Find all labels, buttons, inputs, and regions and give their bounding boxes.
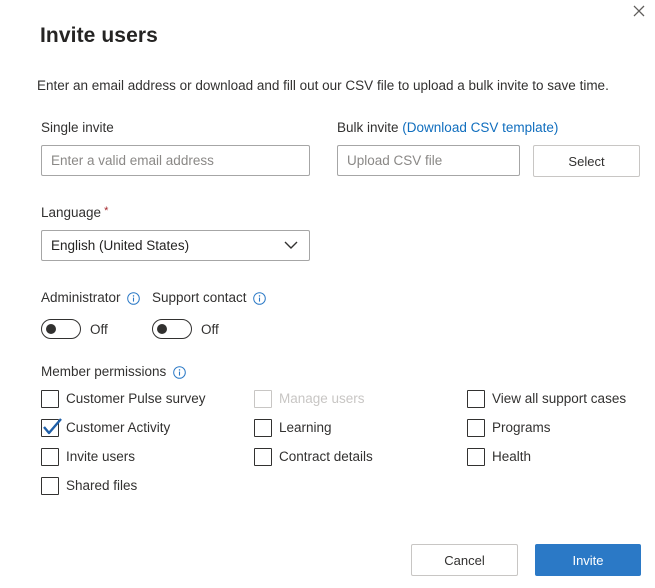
permission-label-programs: Programs xyxy=(492,420,551,435)
permission-label-learning: Learning xyxy=(279,420,332,435)
support-contact-toggle-state: Off xyxy=(201,322,219,337)
single-invite-label: Single invite xyxy=(41,120,114,135)
required-marker: * xyxy=(104,205,109,217)
info-icon[interactable] xyxy=(127,292,141,305)
info-icon[interactable] xyxy=(173,366,186,379)
language-dropdown[interactable]: English (United States) xyxy=(41,230,310,261)
permission-label-invite-users: Invite users xyxy=(66,449,136,464)
language-label-row: Language * xyxy=(41,205,108,220)
dialog-description: Enter an email address or download and f… xyxy=(37,78,609,93)
support-contact-label: Support contact xyxy=(152,290,247,305)
permission-checkbox-customer-activity[interactable] xyxy=(41,418,62,437)
support-contact-label-row: Support contact xyxy=(152,290,267,305)
permission-label-health: Health xyxy=(492,449,532,464)
administrator-label: Administrator xyxy=(41,290,121,305)
toggle-knob xyxy=(157,323,167,334)
permission-checkbox-learning[interactable] xyxy=(254,419,272,437)
download-csv-template-link[interactable]: (Download CSV template) xyxy=(402,120,558,135)
permission-label-manage-users: Manage users xyxy=(279,391,365,406)
permission-label-view-all-support-cases: View all support cases xyxy=(492,391,627,406)
permission-checkbox-manage-users xyxy=(254,390,272,408)
administrator-label-row: Administrator xyxy=(41,290,141,305)
permission-checkbox-shared-files[interactable] xyxy=(41,477,59,495)
permission-label-shared-files: Shared files xyxy=(66,478,138,493)
permission-checkbox-customer-pulse-survey[interactable] xyxy=(41,390,59,408)
permission-label-customer-pulse-survey: Customer Pulse survey xyxy=(66,391,206,406)
cancel-button[interactable]: Cancel xyxy=(411,544,518,576)
select-file-button[interactable]: Select xyxy=(533,145,640,177)
member-permissions-label-row: Member permissions xyxy=(41,364,186,379)
language-label: Language xyxy=(41,205,102,220)
dialog-title: Invite users xyxy=(40,24,158,47)
permission-checkbox-contract-details[interactable] xyxy=(254,448,272,466)
info-icon[interactable] xyxy=(253,292,267,305)
single-invite-email-input[interactable] xyxy=(41,145,310,176)
checkmark-icon xyxy=(43,418,62,435)
administrator-toggle[interactable] xyxy=(41,319,81,339)
language-selected-value: English (United States) xyxy=(51,238,190,253)
permission-label-contract-details: Contract details xyxy=(279,449,373,464)
permission-label-customer-activity: Customer Activity xyxy=(66,420,171,435)
permission-checkbox-health[interactable] xyxy=(467,448,485,466)
toggle-knob xyxy=(46,323,56,334)
support-contact-toggle[interactable] xyxy=(152,319,192,339)
invite-button[interactable]: Invite xyxy=(535,544,641,576)
close-icon[interactable] xyxy=(631,3,647,19)
bulk-invite-label: Bulk invite xyxy=(337,120,399,135)
chevron-down-icon xyxy=(284,241,298,249)
permission-checkbox-invite-users[interactable] xyxy=(41,448,59,466)
permission-checkbox-programs[interactable] xyxy=(467,419,485,437)
member-permissions-label: Member permissions xyxy=(41,364,167,379)
administrator-toggle-state: Off xyxy=(90,322,108,337)
upload-csv-file-input[interactable] xyxy=(337,145,520,176)
permission-checkbox-view-all-support-cases[interactable] xyxy=(467,390,485,408)
bulk-invite-header: Bulk invite (Download CSV template) xyxy=(337,120,558,135)
